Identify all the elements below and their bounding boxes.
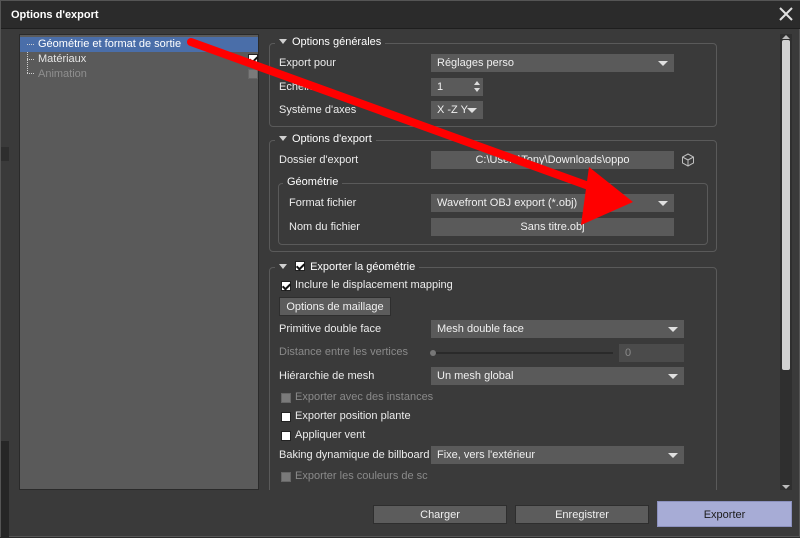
tree-item-animation: Animation (20, 67, 258, 82)
export-colors-checkbox (281, 472, 291, 482)
tree-item-label: Matériaux (38, 53, 87, 65)
collapse-triangle-icon (279, 263, 287, 269)
apply-wind-checkbox[interactable] (281, 431, 291, 441)
include-displacement-checkbox[interactable] (281, 281, 291, 291)
materials-checkbox[interactable] (248, 54, 258, 64)
export-button[interactable]: Exporter (657, 501, 792, 527)
export-colors-label: Exporter les couleurs de sc (295, 470, 428, 482)
scale-label: Echelle (279, 81, 316, 93)
tree-item-geometry[interactable]: Géométrie et format de sortie (20, 37, 258, 52)
export-instances-label: Exporter avec des instances (295, 391, 434, 403)
export-options-dialog: Options d'export Géométrie et format de … (0, 0, 800, 538)
file-name-label: Nom du fichier (289, 221, 360, 233)
chevron-down-icon (668, 453, 678, 458)
background-edge (1, 441, 9, 538)
export-geometry-header[interactable]: Exporter la géométrie (275, 260, 420, 273)
cube-icon[interactable] (681, 153, 695, 167)
export-instances-checkbox (281, 393, 291, 403)
window-title: Options d'export (11, 9, 99, 21)
tree-item-label: Animation (38, 68, 87, 80)
mesh-hierarchy-label: Hiérarchie de mesh (279, 370, 375, 382)
slider-handle (430, 350, 436, 356)
export-folder-field[interactable]: C:\Users\Tony\Downloads\oppo (431, 151, 674, 169)
axes-dropdown[interactable]: X -Z Y (431, 101, 483, 119)
include-displacement-label: Inclure le displacement mapping (295, 279, 453, 291)
load-button[interactable]: Charger (373, 505, 507, 524)
export-plant-position-label: Exporter position plante (295, 410, 411, 422)
title-bar: Options d'export (1, 1, 800, 29)
close-icon[interactable] (777, 5, 795, 23)
animation-checkbox (248, 69, 258, 79)
export-folder-label: Dossier d'export (279, 154, 359, 166)
double-face-label: Primitive double face (279, 323, 382, 335)
chevron-down-icon (658, 61, 668, 66)
scale-stepper[interactable]: 1 (431, 78, 483, 96)
scroll-up-icon[interactable] (782, 35, 790, 39)
billboard-label: Baking dynamique de billboard (279, 449, 430, 461)
collapse-triangle-icon (279, 38, 287, 44)
vertex-distance-slider (433, 352, 613, 354)
export-options-header[interactable]: Options d'export (275, 133, 376, 145)
file-format-label: Format fichier (289, 197, 357, 209)
tree-item-label: Géométrie et format de sortie (38, 38, 182, 50)
options-scrollbar[interactable] (780, 34, 792, 490)
file-name-field[interactable]: Sans titre.obj (431, 218, 674, 236)
background-edge (1, 147, 9, 161)
chevron-down-icon (668, 374, 678, 379)
export-for-label: Export pour (279, 57, 336, 69)
tree-item-materials[interactable]: Matériaux (20, 52, 258, 67)
mesh-hierarchy-dropdown[interactable]: Un mesh global (431, 367, 684, 385)
apply-wind-label: Appliquer vent (295, 429, 366, 441)
save-button[interactable]: Enregistrer (515, 505, 649, 524)
tree-connector (27, 59, 34, 60)
export-plant-position-checkbox[interactable] (281, 412, 291, 422)
export-for-dropdown[interactable]: Réglages perso (431, 54, 674, 72)
axes-label: Système d'axes (279, 104, 357, 116)
category-tree: Géométrie et format de sortie Matériaux … (19, 34, 259, 490)
chevron-down-icon (668, 327, 678, 332)
billboard-dropdown[interactable]: Fixe, vers l'extérieur (431, 446, 684, 464)
tree-connector (27, 73, 34, 74)
file-format-dropdown[interactable]: Wavefront OBJ export (*.obj) (431, 194, 674, 212)
double-face-dropdown[interactable]: Mesh double face (431, 320, 684, 338)
vertex-distance-label: Distance entre les vertices (279, 346, 408, 358)
geometry-subgroup-title: Géométrie (283, 176, 343, 188)
export-geometry-checkbox[interactable] (295, 261, 306, 271)
mesh-options-button[interactable]: Options de maillage (279, 297, 391, 316)
general-options-header[interactable]: Options générales (275, 36, 386, 48)
chevron-down-icon (658, 201, 668, 206)
chevron-down-icon (467, 108, 477, 113)
collapse-triangle-icon (279, 135, 287, 141)
tree-connector (27, 44, 34, 45)
scroll-down-icon[interactable] (782, 485, 790, 489)
options-panel: Options générales Export pour Réglages p… (265, 34, 777, 490)
vertex-distance-field: 0 (619, 344, 684, 362)
scroll-thumb[interactable] (782, 40, 790, 370)
